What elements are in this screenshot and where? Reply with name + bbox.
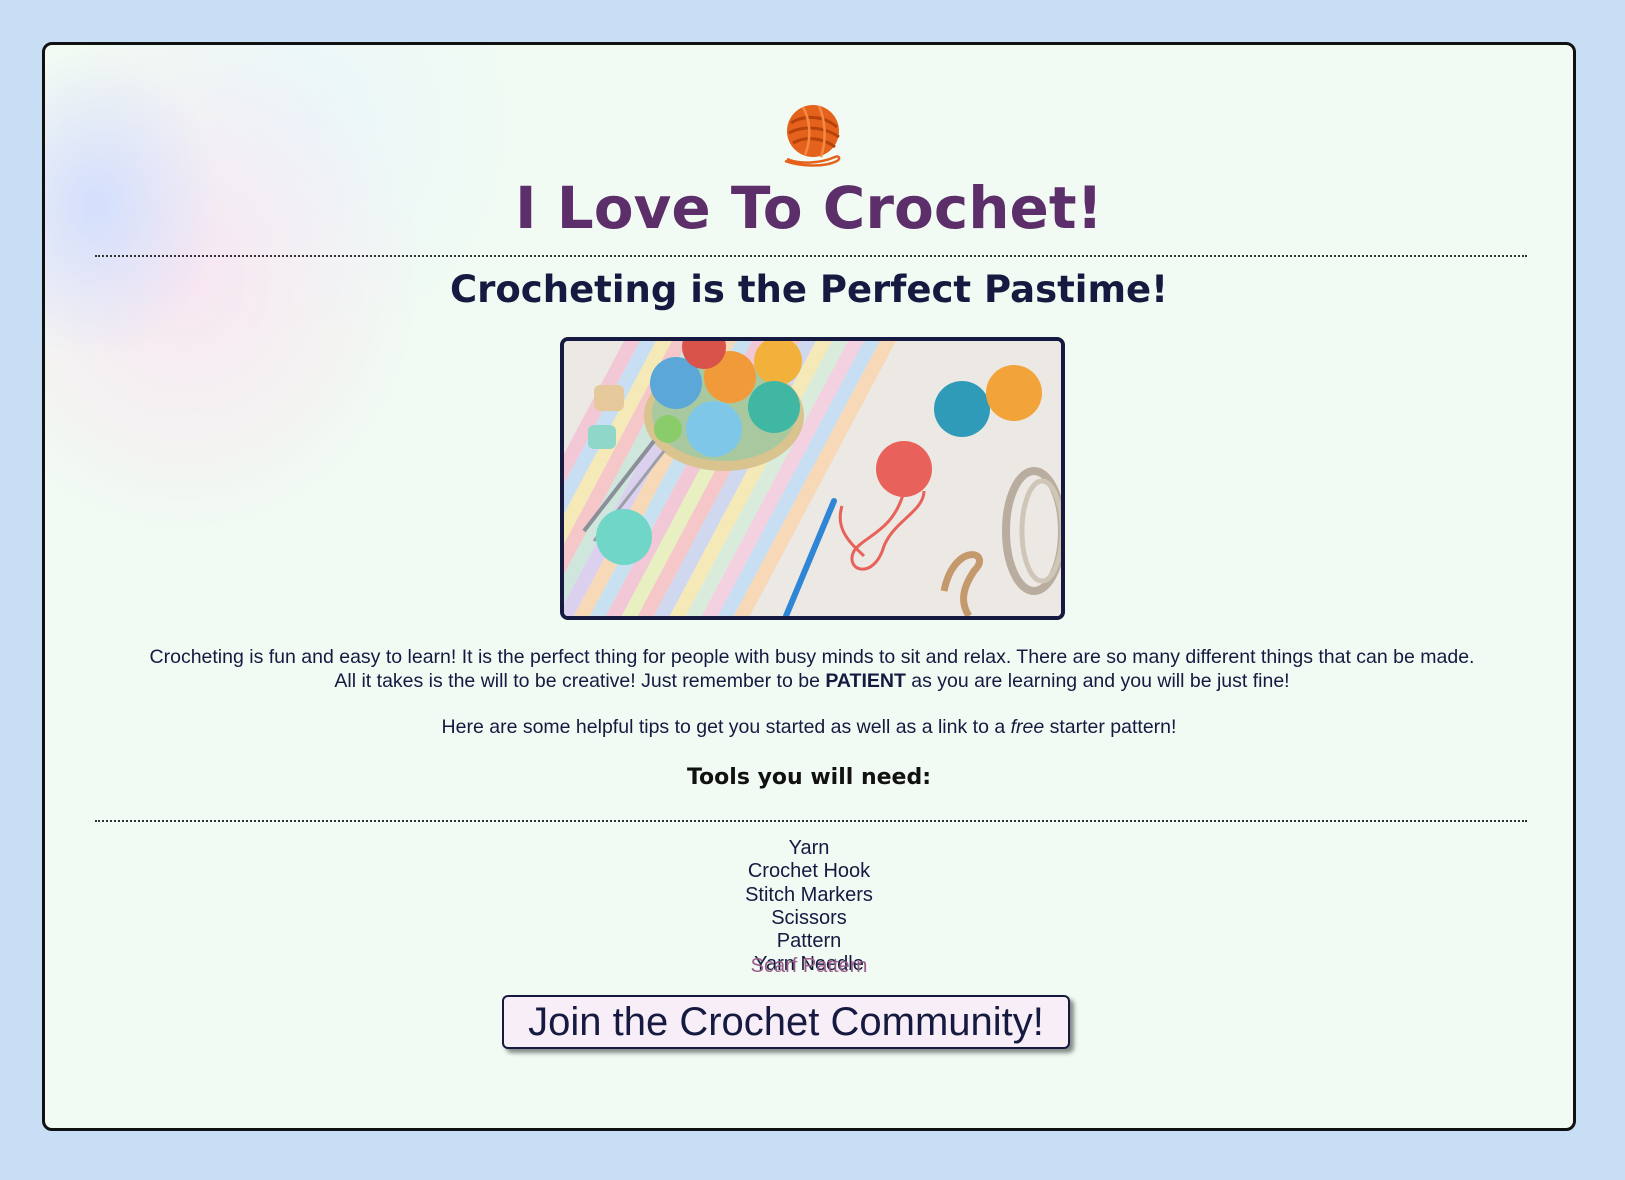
divider-top [95, 255, 1527, 257]
tips-text-1: Here are some helpful tips to get you st… [441, 716, 1011, 738]
intro-paragraph: Crocheting is fun and easy to learn! It … [145, 645, 1479, 693]
yarn-balls-photo-icon [564, 341, 1061, 616]
intro-text-2: as you are learning and you will be just… [905, 670, 1290, 692]
tips-paragraph: Here are some helpful tips to get you st… [45, 715, 1573, 739]
list-item: Crochet Hook [747, 860, 871, 883]
page-subtitle: Crocheting is the Perfect Pastime! [449, 268, 1168, 311]
hero-image [560, 337, 1065, 620]
list-item: Pattern [776, 930, 842, 953]
list-item: Scissors [771, 906, 847, 929]
tips-emphasis: free [1010, 716, 1045, 738]
tools-heading: Tools you will need: [686, 765, 932, 790]
yarn-ball-icon [784, 105, 841, 167]
list-item: Yarn [788, 837, 830, 859]
divider-bottom [95, 820, 1527, 822]
tips-text-2: starter pattern! [1044, 716, 1177, 738]
page-title: I Love To Crochet! [514, 174, 1103, 242]
list-item: Stitch Markers [745, 883, 873, 906]
scarf-pattern-link[interactable]: Scarf Pattern [45, 954, 1573, 978]
main-card: I Love To Crochet! Crocheting is the Per… [42, 42, 1576, 1131]
intro-emphasis: PATIENT [825, 670, 906, 692]
join-community-button[interactable]: Join the Crochet Community! [502, 995, 1070, 1049]
